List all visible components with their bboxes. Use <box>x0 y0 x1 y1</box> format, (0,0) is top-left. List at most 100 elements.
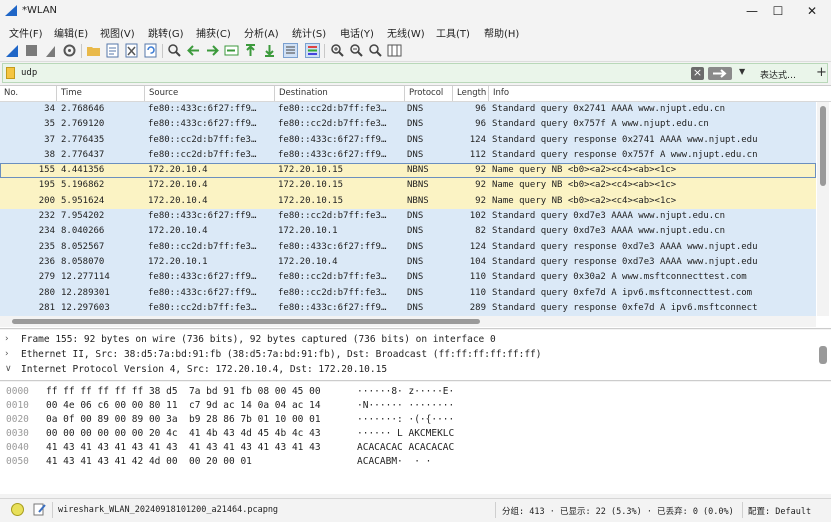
collapse-arrow-icon[interactable]: ∨ <box>5 362 12 377</box>
column-no[interactable]: No. <box>0 86 56 101</box>
last-packet-icon[interactable] <box>262 43 277 58</box>
detail-row-ethernet[interactable]: › Ethernet II, Src: 38:d5:7a:bd:91:fb (3… <box>0 347 816 362</box>
find-icon[interactable] <box>167 43 182 58</box>
autoscroll-icon[interactable] <box>283 43 298 58</box>
packet-row[interactable]: 235 8.052567 fe80::cc2d:b7ff:fe3… fe80::433… <box>0 239 816 255</box>
packet-row[interactable]: 280 12.289301 fe80::433c:6f27:ff9… fe80::cc… <box>0 285 816 301</box>
menu-telephony[interactable]: 电话(Y) <box>340 25 374 40</box>
detail-row-ipv4[interactable]: ∨ Internet Protocol Version 4, Src: 172.… <box>0 362 816 377</box>
packet-row[interactable]: 234 8.040266 172.20.10.4 172.20.10.1 DNS 82 St… <box>0 224 816 240</box>
packet-cell-src: fe80::433c:6f27:ff9… <box>148 272 257 283</box>
packet-row[interactable]: 35 2.769120 fe80::433c:6f27:ff9… fe80::cc2d… <box>0 117 816 133</box>
menu-capture[interactable]: 捕获(C) <box>196 25 231 40</box>
menu-go[interactable]: 跳转(G) <box>148 25 184 40</box>
stop-icon[interactable] <box>24 43 39 58</box>
packet-cell-len: 92 <box>475 180 486 191</box>
menu-file[interactable]: 文件(F) <box>9 25 43 40</box>
column-info[interactable]: Info <box>488 86 817 101</box>
packet-list-horizontal-scrollbar[interactable] <box>0 316 816 327</box>
packet-cell-no: 35 <box>44 119 55 130</box>
reload-icon[interactable] <box>143 43 158 58</box>
capture-file-name: wireshark_WLAN_20240918101200_a21464.pca… <box>58 505 279 515</box>
column-time[interactable]: Time <box>56 86 144 101</box>
menu-analyze[interactable]: 分析(A) <box>244 25 279 40</box>
expert-info-led-icon[interactable] <box>11 503 24 516</box>
filter-history-dropdown-icon[interactable]: ▼ <box>739 67 745 76</box>
expand-arrow-icon[interactable]: › <box>5 347 9 362</box>
capture-comment-icon[interactable] <box>33 502 47 516</box>
profile-selector[interactable]: 配置: Default <box>748 505 811 517</box>
packet-cell-dst: 172.20.10.15 <box>278 180 344 191</box>
packet-cell-len: 124 <box>469 241 486 252</box>
open-folder-icon[interactable] <box>86 43 101 58</box>
shark-fin-start-icon[interactable] <box>5 43 20 58</box>
packet-row[interactable]: 200 5.951624 172.20.10.4 172.20.10.15 NBNS 92… <box>0 193 816 210</box>
column-destination[interactable]: Destination <box>274 86 404 101</box>
first-packet-icon[interactable] <box>243 43 258 58</box>
packet-cell-src: fe80::cc2d:b7ff:fe3… <box>148 149 257 160</box>
apply-filter-arrow-icon[interactable] <box>708 67 732 80</box>
window-title: *WLAN <box>22 5 58 16</box>
menu-edit[interactable]: 编辑(E) <box>54 25 88 40</box>
close-button[interactable]: ✕ <box>797 2 827 20</box>
go-back-icon[interactable] <box>186 43 201 58</box>
menu-view[interactable]: 视图(V) <box>100 25 135 40</box>
resize-columns-icon[interactable] <box>387 43 402 58</box>
display-filter-input[interactable] <box>21 66 681 80</box>
column-length[interactable]: Length <box>452 86 488 101</box>
colorize-icon[interactable] <box>305 43 320 58</box>
go-to-packet-icon[interactable] <box>224 43 239 58</box>
packet-bytes-pane: 0000 ff ff ff ff ff ff 38 d5 7a bd 91 fb … <box>0 382 831 494</box>
packet-row[interactable]: 38 2.776437 fe80::cc2d:b7ff:fe3… fe80::433c… <box>0 147 816 164</box>
restart-icon[interactable] <box>43 43 58 58</box>
packet-row[interactable]: 195 5.196862 172.20.10.4 172.20.10.15 NBNS 92… <box>0 178 816 194</box>
zoom-out-icon[interactable] <box>349 43 364 58</box>
packet-cell-src: fe80::433c:6f27:ff9… <box>148 104 257 114</box>
clear-filter-icon[interactable]: × <box>691 67 704 80</box>
menu-help[interactable]: 帮助(H) <box>484 25 519 40</box>
add-filter-button[interactable]: + <box>816 65 827 80</box>
normal-size-icon[interactable] <box>368 43 383 58</box>
packet-cell-len: 110 <box>469 272 486 283</box>
packet-cell-proto: DNS <box>407 134 424 145</box>
bookmark-icon[interactable] <box>6 67 15 79</box>
save-file-icon[interactable] <box>105 43 120 58</box>
detail-row-frame[interactable]: › Frame 155: 92 bytes on wire (736 bits)… <box>0 332 816 347</box>
go-forward-icon[interactable] <box>205 43 220 58</box>
packet-cell-dst: fe80::cc2d:b7ff:fe3… <box>278 104 387 114</box>
packet-cell-proto: DNS <box>407 287 424 298</box>
menu-statistics[interactable]: 统计(S) <box>292 25 326 40</box>
packet-row[interactable]: 37 2.776435 fe80::cc2d:b7ff:fe3… fe80::433c… <box>0 132 816 148</box>
packet-row[interactable]: 34 2.768646 fe80::433c:6f27:ff9… fe80::cc2d… <box>0 102 816 118</box>
packet-cell-time: 5.196862 <box>61 180 105 191</box>
column-protocol[interactable]: Protocol <box>404 86 452 101</box>
packet-row[interactable]: 155 4.441356 172.20.10.4 172.20.10.15 NBNS 92… <box>0 163 816 179</box>
packet-cell-no: 281 <box>38 302 55 313</box>
packet-row[interactable]: 279 12.277114 fe80::433c:6f27:ff9… fe80::cc… <box>0 270 816 286</box>
options-gear-icon[interactable] <box>62 43 77 58</box>
packet-row[interactable]: 281 12.297603 fe80::cc2d:b7ff:fe3… fe80::43… <box>0 300 816 317</box>
details-scrollbar[interactable] <box>819 346 827 364</box>
close-file-icon[interactable] <box>124 43 139 58</box>
packet-list-vertical-scrollbar[interactable] <box>817 102 829 316</box>
packet-cell-src: 172.20.10.4 <box>148 165 208 176</box>
expression-button[interactable]: 表达式… <box>760 68 796 81</box>
packet-row[interactable]: 232 7.954202 fe80::433c:6f27:ff9… fe80::cc2… <box>0 209 816 225</box>
menu-tools[interactable]: 工具(T) <box>436 25 470 40</box>
zoom-in-icon[interactable] <box>330 43 345 58</box>
menu-wireless[interactable]: 无线(W) <box>387 25 425 40</box>
title-bar: *WLAN — ☐ ✕ <box>0 0 831 22</box>
maximize-button[interactable]: ☐ <box>763 2 793 20</box>
packet-row[interactable]: 236 8.058070 172.20.10.1 172.20.10.4 DNS 104 S… <box>0 254 816 271</box>
packet-cell-proto: DNS <box>407 272 424 283</box>
packet-cell-proto: DNS <box>407 226 424 237</box>
packet-cell-len: 124 <box>469 134 486 145</box>
column-source[interactable]: Source <box>144 86 274 101</box>
packet-cell-time: 2.768646 <box>61 104 105 114</box>
packet-cell-info: Standard query response 0xd7e3 AAAA www.… <box>492 256 758 267</box>
expand-arrow-icon[interactable]: › <box>5 332 9 347</box>
packet-cell-src: 172.20.10.1 <box>148 256 208 267</box>
packet-cell-time: 12.277114 <box>61 272 110 283</box>
packet-cell-len: 110 <box>469 287 486 298</box>
packet-cell-no: 37 <box>44 134 55 145</box>
